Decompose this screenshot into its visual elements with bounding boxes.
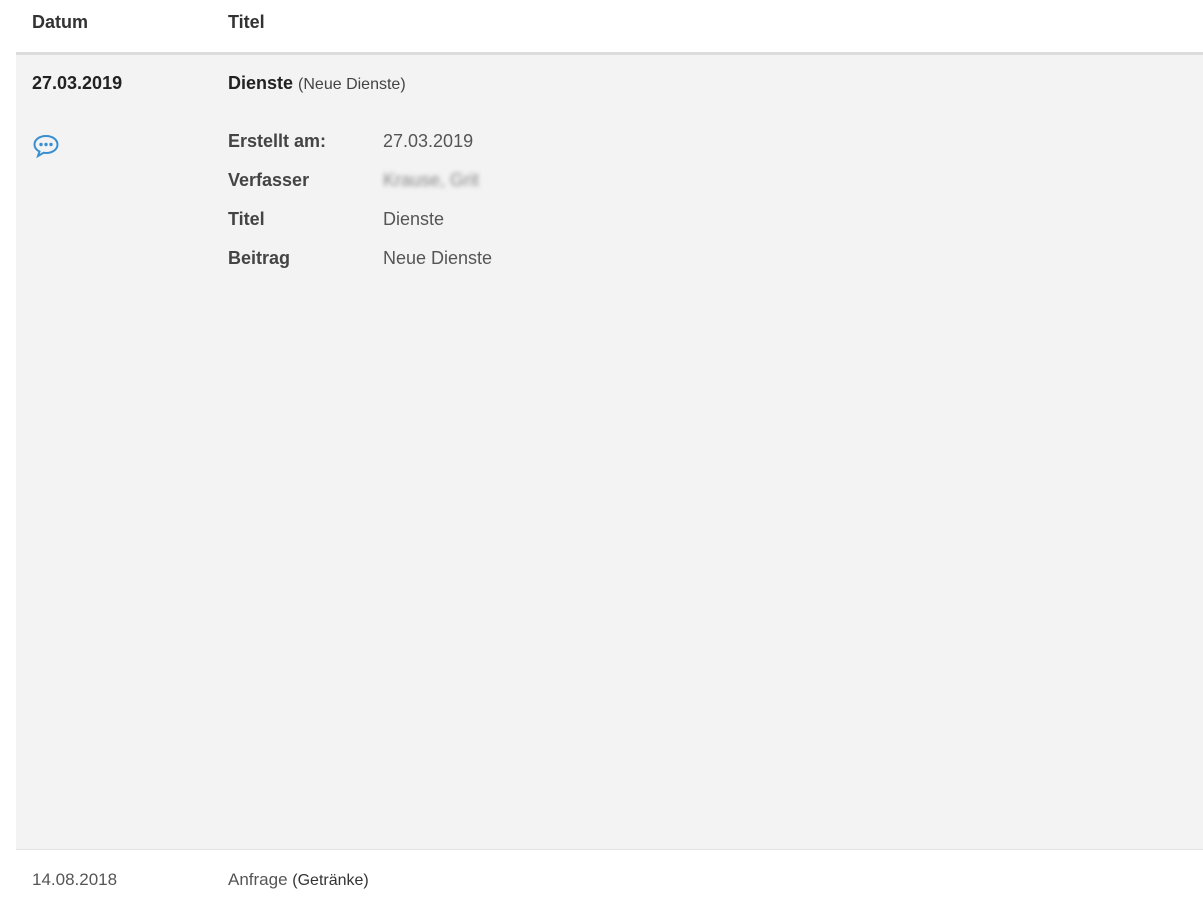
row-title: Anfrage: [228, 870, 288, 889]
detail-value: Dienste: [383, 209, 445, 229]
detail-label: Erstellt am:: [228, 131, 327, 151]
row-subtitle: (Getränke): [292, 872, 369, 889]
table-header: Datum Titel: [16, 0, 1203, 55]
column-header-date[interactable]: Datum: [32, 12, 88, 33]
row-title-cell: Dienste (Neue Dienste): [228, 73, 406, 94]
detail-label: Titel: [228, 209, 265, 229]
table-row[interactable]: 14.08.2018 Anfrage (Getränke): [16, 850, 1203, 906]
row-detail-panel: Erstellt am: 27.03.2019 Verfasser Krause…: [16, 113, 1203, 850]
detail-row-title: Titel Dienste: [228, 209, 828, 248]
comment-icon[interactable]: [32, 133, 60, 159]
row-subtitle: (Neue Dienste): [298, 76, 406, 93]
row-title-cell: Anfrage (Getränke): [228, 870, 369, 890]
row-title: Dienste: [228, 73, 294, 93]
detail-fields: Erstellt am: 27.03.2019 Verfasser Krause…: [228, 131, 828, 287]
row-date: 14.08.2018: [32, 870, 118, 889]
detail-row-post: Beitrag Neue Dienste: [228, 248, 828, 287]
row-date: 27.03.2019: [32, 73, 123, 93]
detail-row-author: Verfasser Krause, Grit: [228, 170, 828, 209]
detail-value: Neue Dienste: [383, 248, 493, 268]
detail-label: Beitrag: [228, 248, 291, 268]
detail-value-author: Krause, Grit: [383, 170, 480, 190]
messages-table: Datum Titel 27.03.2019 Dienste (Neue Die…: [16, 0, 1203, 906]
column-header-title[interactable]: Titel: [228, 12, 265, 33]
detail-label: Verfasser: [228, 170, 310, 190]
detail-row-created: Erstellt am: 27.03.2019: [228, 131, 828, 170]
detail-value: 27.03.2019: [383, 131, 474, 151]
table-row-expanded[interactable]: 27.03.2019 Dienste (Neue Dienste): [16, 55, 1203, 113]
